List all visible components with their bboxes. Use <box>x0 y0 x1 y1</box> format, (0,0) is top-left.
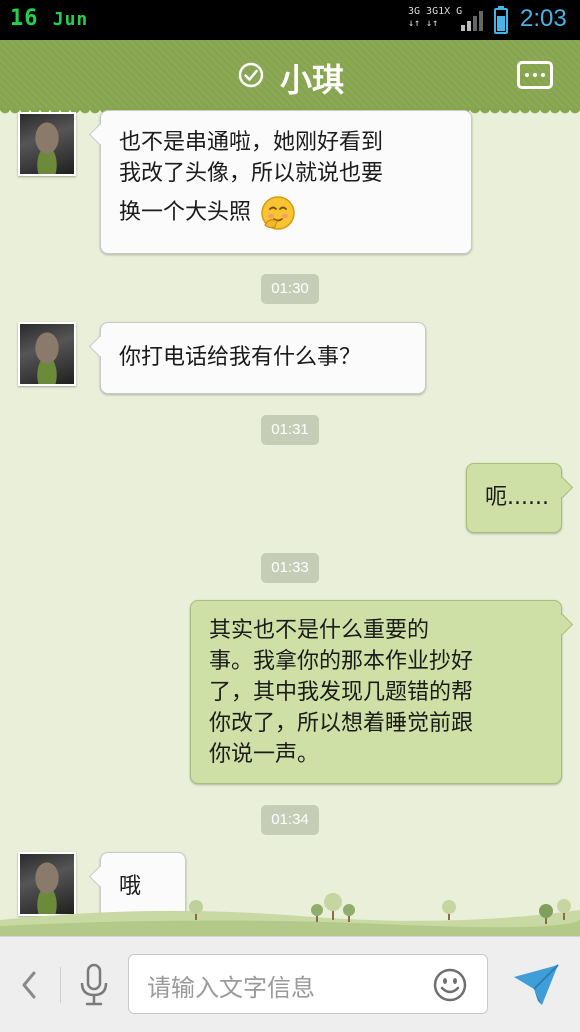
chevron-left-icon[interactable] <box>18 965 40 1005</box>
status-time: 2:03 <box>520 5 567 32</box>
background-scenery <box>0 893 580 936</box>
message-text: 你打电话给我有什么事？ <box>119 345 362 370</box>
divider <box>60 967 61 1003</box>
network-arrows: ↓↑ ↓↑ <box>408 18 439 29</box>
message-timestamp: 01:31 <box>261 415 319 445</box>
message-bubble-outgoing[interactable]: 其实也不是什么重要的 事。我拿你的那本作业抄好 了，其中我发现几题错的帮 你改了… <box>190 600 562 784</box>
menu-dot <box>525 73 529 77</box>
message-timestamp: 01:34 <box>261 805 319 835</box>
microphone-icon[interactable] <box>78 963 110 1007</box>
message-text-line: 其实也不是什么重要的 <box>209 618 430 643</box>
battery-icon <box>494 6 508 34</box>
network-types: 3G 3G1X G <box>408 6 463 17</box>
status-bar: 16 Jun 3G 3G1X G ↓↑ ↓↑ 2:03 <box>0 0 580 40</box>
send-arrow-icon[interactable] <box>512 963 560 1007</box>
message-text-line: 你改了，所以想着睡觉前跟 <box>209 711 474 736</box>
message-text-line: 我改了头像，所以就说也要 <box>119 161 384 186</box>
contact-avatar[interactable] <box>18 112 76 176</box>
message-timestamp: 01:33 <box>261 553 319 583</box>
message-text: 呃...... <box>485 485 549 510</box>
shy-smile-emoji <box>261 196 295 230</box>
message-bubble-incoming[interactable]: 也不是串通啦，她刚好看到 我改了头像，所以就说也要 换一个大头照 <box>100 110 472 254</box>
chat-menu-icon[interactable] <box>517 61 553 89</box>
signal-icon <box>461 11 483 31</box>
message-timestamp: 01:30 <box>261 274 319 304</box>
message-bubble-incoming[interactable]: 你打电话给我有什么事？ <box>100 322 426 394</box>
status-date-month: Jun <box>52 9 89 30</box>
check-circle-icon <box>238 62 264 88</box>
menu-dot <box>541 73 545 77</box>
message-bubble-outgoing[interactable]: 呃...... <box>466 463 562 533</box>
message-text-line: 了，其中我发现几题错的帮 <box>209 680 474 705</box>
message-text-line: 你说一声。 <box>209 742 320 767</box>
status-date-day: 16 <box>10 6 39 31</box>
contact-avatar[interactable] <box>18 322 76 386</box>
message-text-line: 事。我拿你的那本作业抄好 <box>209 649 474 674</box>
message-input-bar: 请输入文字信息 <box>0 936 580 1032</box>
message-text-line: 也不是串通啦，她刚好看到 <box>119 130 384 155</box>
message-text-line: 换一个大头照 <box>119 200 252 225</box>
network-indicator: 3G 3G1X G ↓↑ ↓↑ <box>408 6 462 30</box>
chat-header: 小琪 <box>0 40 580 116</box>
smiley-icon[interactable] <box>432 967 468 1003</box>
status-date: 16 Jun <box>10 6 88 31</box>
contact-name: 小琪 <box>280 61 345 99</box>
message-list[interactable]: 也不是串通啦，她刚好看到 我改了头像，所以就说也要 换一个大头照 01:30 你… <box>0 110 580 936</box>
menu-dot <box>533 73 537 77</box>
